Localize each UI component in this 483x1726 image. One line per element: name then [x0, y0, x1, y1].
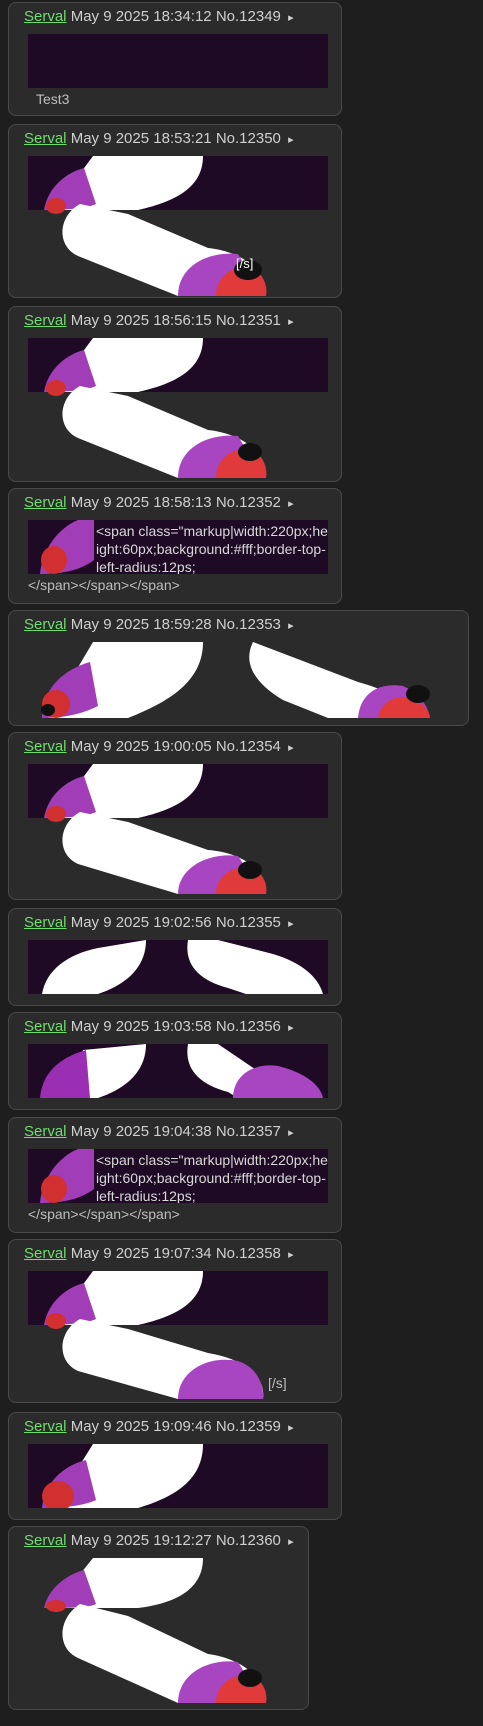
post-number[interactable]: No.12360	[216, 1532, 281, 1549]
poster-name-link[interactable]: Serval	[24, 738, 67, 755]
post-header: Serval May 9 2025 19:04:38 No.12357 ▸	[24, 1123, 294, 1140]
post-12358: Serval May 9 2025 19:07:34 No.12358 ▸ [/…	[8, 1239, 342, 1403]
post-header: Serval May 9 2025 18:34:12 No.12349 ▸	[24, 8, 294, 25]
post-12359: Serval May 9 2025 19:09:46 No.12359 ▸	[8, 1412, 342, 1520]
post-header: Serval May 9 2025 18:56:15 No.12351 ▸	[24, 312, 294, 329]
post-date: May 9 2025 18:59:28	[70, 616, 212, 633]
post-number[interactable]: No.12351	[216, 312, 281, 329]
post-header: Serval May 9 2025 19:00:05 No.12354 ▸	[24, 738, 294, 755]
post-menu-arrow-icon[interactable]: ▸	[288, 918, 294, 930]
post-number[interactable]: No.12356	[216, 1018, 281, 1035]
poster-name-link[interactable]: Serval	[24, 494, 67, 511]
post-date: May 9 2025 19:03:58	[70, 1018, 212, 1035]
poster-name-link[interactable]: Serval	[24, 1018, 67, 1035]
post-number[interactable]: No.12357	[216, 1123, 281, 1140]
post-menu-arrow-icon[interactable]: ▸	[288, 498, 294, 510]
post-12355: Serval May 9 2025 19:02:56 No.12355 ▸	[8, 908, 342, 1006]
post-12360: Serval May 9 2025 19:12:27 No.12360 ▸	[8, 1526, 309, 1710]
post-date: May 9 2025 18:34:12	[70, 8, 212, 25]
cigarette-drawing	[44, 338, 267, 478]
spoiler-tag: [/s]	[236, 256, 253, 271]
cigarette-drawing	[40, 1044, 323, 1098]
post-12353: Serval May 9 2025 18:59:28 No.12353 ▸	[8, 610, 469, 726]
post-date: May 9 2025 19:00:05	[70, 738, 212, 755]
post-header: Serval May 9 2025 18:59:28 No.12353 ▸	[24, 616, 294, 633]
post-menu-arrow-icon[interactable]: ▸	[288, 316, 294, 328]
markup-block	[28, 34, 328, 88]
markup-block: <span class="markup|width:220px;height:6…	[28, 1149, 328, 1203]
post-12354: Serval May 9 2025 19:00:05 No.12354 ▸	[8, 732, 342, 900]
post-header: Serval May 9 2025 19:09:46 No.12359 ▸	[24, 1418, 294, 1435]
post-header: Serval May 9 2025 19:07:34 No.12358 ▸	[24, 1245, 294, 1262]
post-menu-arrow-icon[interactable]: ▸	[288, 12, 294, 24]
poster-name-link[interactable]: Serval	[24, 1123, 67, 1140]
post-12357: Serval May 9 2025 19:04:38 No.12357 ▸ <s…	[8, 1117, 342, 1233]
post-date: May 9 2025 18:56:15	[70, 312, 212, 329]
post-date: May 9 2025 18:53:21	[70, 130, 212, 147]
post-number[interactable]: No.12355	[216, 914, 281, 931]
post-header: Serval May 9 2025 18:58:13 No.12352 ▸	[24, 494, 294, 511]
post-header: Serval May 9 2025 18:53:21 No.12350 ▸	[24, 130, 294, 147]
post-date: May 9 2025 19:04:38	[70, 1123, 212, 1140]
poster-name-link[interactable]: Serval	[24, 1418, 67, 1435]
raw-markup-tail: </span></span></span>	[28, 577, 180, 593]
poster-name-link[interactable]: Serval	[24, 130, 67, 147]
raw-markup-text: <span class="markup|width:220px;height:6…	[96, 523, 328, 574]
post-menu-arrow-icon[interactable]: ▸	[288, 620, 294, 632]
post-date: May 9 2025 19:12:27	[70, 1532, 212, 1549]
post-number[interactable]: No.12352	[216, 494, 281, 511]
post-12350: Serval May 9 2025 18:53:21 No.12350 ▸ [/…	[8, 124, 342, 298]
post-12349: Serval May 9 2025 18:34:12 No.12349 ▸ Te…	[8, 2, 342, 116]
post-number[interactable]: No.12358	[216, 1245, 281, 1262]
post-number[interactable]: No.12349	[216, 8, 281, 25]
markup-block: <span class="markup|width:220px;height:6…	[28, 520, 328, 574]
cigarette-drawing: [/s]	[44, 156, 267, 296]
post-number[interactable]: No.12353	[216, 616, 281, 633]
post-menu-arrow-icon[interactable]: ▸	[288, 1422, 294, 1434]
post-date: May 9 2025 18:58:13	[70, 494, 212, 511]
cigarette-drawing	[42, 1444, 203, 1508]
poster-name-link[interactable]: Serval	[24, 616, 67, 633]
raw-markup-text: <span class="markup|width:220px;height:6…	[96, 1152, 328, 1203]
cigarette-tip-drawing	[40, 1149, 94, 1203]
post-date: May 9 2025 19:09:46	[70, 1418, 212, 1435]
post-text: Test3	[36, 91, 70, 107]
post-date: May 9 2025 19:07:34	[70, 1245, 212, 1262]
raw-markup-tail: </span></span></span>	[28, 1206, 180, 1222]
post-header: Serval May 9 2025 19:02:56 No.12355 ▸	[24, 914, 294, 931]
post-12351: Serval May 9 2025 18:56:15 No.12351 ▸	[8, 306, 342, 482]
post-header: Serval May 9 2025 19:12:27 No.12360 ▸	[24, 1532, 294, 1549]
post-menu-arrow-icon[interactable]: ▸	[288, 1127, 294, 1139]
poster-name-link[interactable]: Serval	[24, 1245, 67, 1262]
post-menu-arrow-icon[interactable]: ▸	[288, 742, 294, 754]
post-number[interactable]: No.12350	[216, 130, 281, 147]
spoiler-tag: [/s]	[268, 1375, 287, 1391]
post-menu-arrow-icon[interactable]: ▸	[288, 134, 294, 146]
post-number[interactable]: No.12359	[216, 1418, 281, 1435]
cigarette-tip-drawing	[40, 520, 94, 574]
poster-name-link[interactable]: Serval	[24, 914, 67, 931]
post-number[interactable]: No.12354	[216, 738, 281, 755]
post-menu-arrow-icon[interactable]: ▸	[288, 1249, 294, 1261]
cigarette-drawing	[44, 764, 267, 894]
post-12352: Serval May 9 2025 18:58:13 No.12352 ▸ <s…	[8, 488, 342, 604]
post-menu-arrow-icon[interactable]: ▸	[288, 1022, 294, 1034]
cigarette-drawing	[41, 642, 430, 718]
cigarette-drawing	[42, 940, 323, 994]
poster-name-link[interactable]: Serval	[24, 8, 67, 25]
post-header: Serval May 9 2025 19:03:58 No.12356 ▸	[24, 1018, 294, 1035]
post-12356: Serval May 9 2025 19:03:58 No.12356 ▸	[8, 1012, 342, 1110]
cigarette-drawing	[44, 1558, 267, 1703]
poster-name-link[interactable]: Serval	[24, 1532, 67, 1549]
post-date: May 9 2025 19:02:56	[70, 914, 212, 931]
poster-name-link[interactable]: Serval	[24, 312, 67, 329]
post-menu-arrow-icon[interactable]: ▸	[288, 1536, 294, 1548]
